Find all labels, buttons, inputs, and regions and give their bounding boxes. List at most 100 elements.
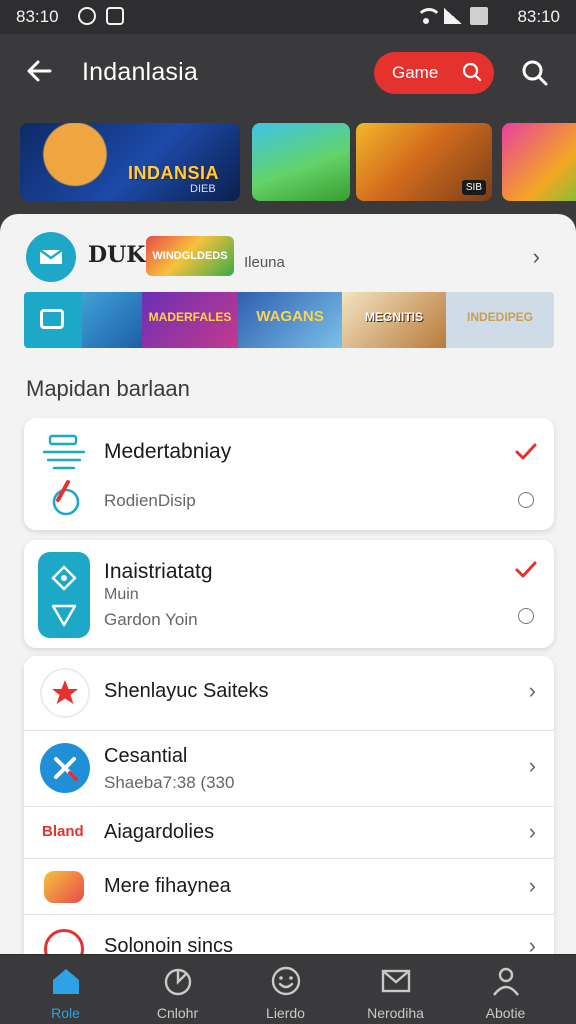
search-button[interactable] xyxy=(520,58,550,88)
status-time-left: 83:10 xyxy=(16,7,59,26)
nav-label: Abotie xyxy=(485,1005,526,1021)
banner-subtitle: DIEB xyxy=(190,183,216,195)
list-item-label: Aiagardolies xyxy=(104,821,215,843)
promo-label: Ileuna xyxy=(244,254,285,271)
featured-banners: INDANSIA DIEB SIB xyxy=(0,120,576,204)
tools-icon xyxy=(40,743,90,793)
bottom-navigation: Role Cnlohr Lierdo Nerodiha Abotie xyxy=(0,954,576,1024)
strip-tile-text: MADERFALES xyxy=(148,310,232,324)
checkmark-icon[interactable] xyxy=(514,440,538,464)
strip-tile-text: WAGANS xyxy=(256,308,324,325)
page-title: Indanlasia xyxy=(82,58,198,86)
location-icon xyxy=(51,565,77,591)
strip-tile: INDEDIPEG xyxy=(446,292,554,348)
nav-label: Cnlohr xyxy=(156,1005,199,1021)
search-pill-label: Game xyxy=(392,63,439,82)
game-search-pill[interactable]: Game xyxy=(374,52,494,94)
nav-item-smiley[interactable]: Lierdo xyxy=(228,955,343,1024)
back-button[interactable] xyxy=(22,56,56,90)
status-icons xyxy=(416,7,488,25)
status-bar: 83:10 83:10 xyxy=(0,0,576,34)
timer-icon xyxy=(44,929,84,954)
option-card-one[interactable]: Medertabniay RodienDisip xyxy=(24,418,554,530)
card-secondary-text: Gardon Yoin xyxy=(104,610,198,629)
strip-character-tile xyxy=(82,292,142,348)
checkmark-icon[interactable] xyxy=(514,558,538,582)
chevron-right-icon: › xyxy=(528,819,536,844)
section-title: Mapidan barlaan xyxy=(26,376,190,401)
nav-item-profile[interactable]: Abotie xyxy=(448,955,563,1024)
radio-button[interactable] xyxy=(518,492,534,508)
strip-tile-text: MEGNITIS xyxy=(364,310,423,324)
envelope-icon xyxy=(39,249,63,264)
game-icon xyxy=(44,871,84,903)
card-app-tile[interactable] xyxy=(38,552,90,638)
card-primary-text: Inaistriatatg xyxy=(104,560,213,583)
banner-indansia[interactable]: INDANSIA DIEB xyxy=(20,123,240,201)
nav-label: Lierdo xyxy=(266,1005,305,1021)
mail-icon xyxy=(381,969,411,993)
list-icon xyxy=(42,434,86,470)
list-item-label: Shenlayuc Saiteks xyxy=(104,680,269,702)
list-item-label: Mere fihaynea xyxy=(104,875,231,897)
list-item-label: Cesantial xyxy=(104,745,188,767)
chevron-right-icon: › xyxy=(528,678,536,703)
content-sheet: DUK WINDGLDEDS Ileuna › MADERFALES WAGAN… xyxy=(0,214,576,954)
chevron-right-icon: › xyxy=(528,873,536,898)
strip-tile: WAGANS xyxy=(238,292,342,348)
power-icon xyxy=(52,480,80,516)
list-item-sublabel: Shaeba7:38 (330 xyxy=(104,773,235,792)
nav-item-chart[interactable]: Cnlohr xyxy=(120,955,235,1024)
nav-item-home[interactable]: Role xyxy=(8,955,123,1024)
profile-icon xyxy=(493,967,519,996)
chevron-right-icon: › xyxy=(528,933,536,954)
settings-list: Shenlayuc Saiteks › Cesantial Shaeba7:38… xyxy=(24,656,554,954)
brand-logo: Bland xyxy=(42,823,84,840)
battery-icon xyxy=(470,7,488,25)
list-item-label: Solonoin sincs xyxy=(104,935,233,954)
banner-caption: INDANSIA xyxy=(128,163,220,183)
notification-icon xyxy=(78,7,96,25)
promo-logo: DUK xyxy=(88,242,146,268)
radio-button[interactable] xyxy=(518,608,534,624)
wifi-icon xyxy=(416,8,442,24)
card-secondary-text: RodienDisip xyxy=(104,491,196,510)
banner-game-4[interactable] xyxy=(502,123,576,201)
strip-tile-text: INDEDIPEG xyxy=(466,310,533,324)
screenshot-icon xyxy=(106,7,124,25)
signal-icon xyxy=(444,8,462,24)
tv-icon xyxy=(40,309,64,329)
list-item[interactable]: Cesantial Shaeba7:38 (330 › xyxy=(24,730,554,806)
list-item[interactable]: Mere fihaynea › xyxy=(24,858,554,914)
search-icon xyxy=(462,62,482,82)
arrow-left-icon xyxy=(27,60,52,82)
smiley-icon xyxy=(271,966,301,996)
status-time-right: 83:10 xyxy=(517,7,560,26)
home-icon xyxy=(53,969,79,994)
chevron-right-icon[interactable]: › xyxy=(533,244,540,270)
banner-tag: SIB xyxy=(461,180,486,195)
banner-game-2[interactable] xyxy=(252,123,350,201)
card-primary-text: Medertabniay xyxy=(104,440,232,463)
promo-game-strip[interactable]: MADERFALES WAGANS MEGNITIS INDEDIPEG xyxy=(24,292,554,348)
promo-app-icon[interactable] xyxy=(26,232,76,282)
nav-label: Nerodiha xyxy=(367,1005,424,1021)
option-card-two[interactable]: Inaistriatatg Muin Gardon Yoin xyxy=(24,540,554,648)
chart-icon xyxy=(164,968,192,996)
shield-icon xyxy=(51,604,77,627)
strip-tile: MEGNITIS xyxy=(342,292,446,348)
app-header: Indanlasia Game xyxy=(0,34,576,114)
star-badge-icon xyxy=(40,668,90,718)
promo-badge: WINDGLDEDS xyxy=(146,236,234,276)
strip-tv-tile xyxy=(24,292,82,348)
chevron-right-icon: › xyxy=(528,753,536,778)
nav-item-mail[interactable]: Nerodiha xyxy=(338,955,453,1024)
list-item[interactable]: Solonoin sincs › xyxy=(24,914,554,954)
nav-label: Role xyxy=(51,1005,80,1021)
banner-game-3[interactable]: SIB xyxy=(356,123,492,201)
strip-tile: MADERFALES xyxy=(142,292,238,348)
card-middle-text: Muin xyxy=(104,586,139,603)
promo-section: DUK WINDGLDEDS Ileuna › MADERFALES WAGAN… xyxy=(0,214,576,364)
list-item[interactable]: Shenlayuc Saiteks › xyxy=(24,656,554,730)
list-item[interactable]: Bland Aiagardolies › xyxy=(24,806,554,858)
